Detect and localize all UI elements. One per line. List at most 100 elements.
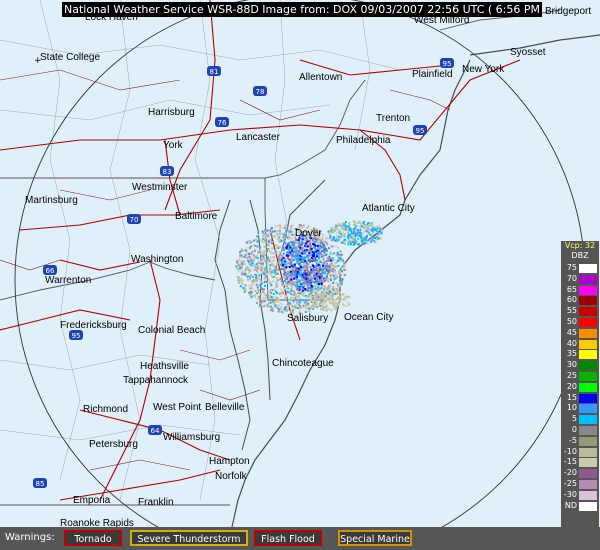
radar-map: Lock Haven State College + Allentown Pla… (0, 0, 600, 550)
radar-echo-pixel (334, 236, 337, 239)
radar-echo-pixel (333, 274, 336, 277)
legend-row: -15 (561, 457, 599, 468)
radar-echo-pixel (259, 280, 262, 283)
radar-echo-pixel (378, 233, 381, 236)
radar-echo-pixel (243, 270, 246, 273)
radar-echo-pixel (248, 271, 251, 274)
radar-echo-pixel (352, 243, 355, 246)
city-label-salisbury: Salisbury (287, 313, 328, 324)
radar-echo-pixel (336, 304, 339, 307)
radar-echo-pixel (255, 263, 258, 266)
radar-echo-pixel (282, 311, 285, 314)
radar-echo-pixel (275, 262, 278, 265)
warning-severe-thunderstorm-button[interactable]: Severe Thunderstorm (130, 530, 248, 546)
radar-echo-pixel (319, 243, 322, 246)
legend-row: 35 (561, 349, 599, 360)
radar-echo-pixel (259, 303, 262, 306)
radar-echo-pixel (285, 263, 288, 266)
radar-echo-pixel (331, 291, 334, 294)
radar-echo-pixel (276, 233, 279, 236)
radar-echo-pixel (322, 285, 325, 288)
highway-shield-i-66: 66 (43, 265, 57, 275)
radar-echo-pixel (261, 230, 264, 233)
radar-echo-pixel (301, 282, 304, 285)
radar-echo-pixel (298, 290, 301, 293)
radar-echo-pixel (241, 255, 244, 258)
legend-row: 65 (561, 285, 599, 296)
radar-echo-pixel (337, 236, 340, 239)
radar-echo-pixel (311, 254, 314, 257)
svg-text:85: 85 (36, 480, 45, 488)
radar-echo-pixel (331, 286, 334, 289)
radar-echo-pixel (241, 282, 244, 285)
radar-echo-pixel (271, 259, 274, 262)
radar-echo-pixel (337, 301, 340, 304)
radar-echo-pixel (263, 270, 266, 273)
radar-echo-pixel (354, 222, 357, 225)
radar-echo-pixel (256, 271, 259, 274)
radar-echo-pixel (304, 245, 307, 248)
legend-row: 30 (561, 360, 599, 371)
radar-echo-pixel (364, 236, 367, 239)
radar-echo-pixel (317, 286, 320, 289)
warning-tornado-button[interactable]: Tornado (64, 530, 122, 546)
radar-echo-pixel (355, 240, 358, 243)
radar-echo-pixel (328, 284, 331, 287)
radar-echo-pixel (256, 291, 259, 294)
radar-echo-pixel (361, 233, 364, 236)
warning-flash-flood-button[interactable]: Flash Flood (254, 530, 322, 546)
radar-echo-pixel (289, 302, 292, 305)
highway-shield-i-95-ny: 95 (440, 58, 454, 68)
radar-echo-pixel (264, 254, 266, 257)
radar-echo-pixel (314, 246, 316, 249)
radar-echo-pixel (332, 268, 335, 271)
city-label-plainfield: Plainfield (412, 69, 453, 80)
radar-echo-pixel (291, 309, 294, 312)
radar-echo-pixel (276, 285, 279, 288)
radar-echo-pixel (306, 289, 309, 292)
radar-echo-pixel (248, 275, 251, 278)
radar-echo-pixel (302, 246, 304, 249)
radar-echo-pixel (266, 271, 269, 273)
radar-echo-pixel (304, 256, 307, 259)
radar-echo-pixel (265, 294, 268, 297)
radar-echo-pixel (289, 246, 292, 249)
radar-echo-pixel (272, 293, 275, 296)
radar-echo-pixel (307, 250, 310, 252)
radar-echo-pixel (262, 251, 265, 254)
radar-echo-pixel (333, 252, 336, 255)
legend-color-swatch (579, 490, 597, 500)
radar-echo-pixel (246, 275, 249, 278)
warning-special-marine-button[interactable]: Special Marine (338, 530, 412, 546)
radar-echo-pixel (327, 230, 330, 233)
highway-shield-i-95-nj: 95 (413, 125, 427, 135)
svg-text:66: 66 (46, 267, 55, 275)
radar-echo-pixel (243, 263, 246, 265)
radar-echo-pixel (251, 276, 254, 278)
radar-echo-pixel (317, 280, 319, 283)
radar-echo-pixel (365, 230, 368, 233)
radar-echo-pixel (266, 229, 269, 232)
warning-tornado-label: Tornado (74, 534, 112, 545)
radar-echo-pixel (323, 288, 325, 291)
city-label-washington: Washington (131, 254, 183, 265)
radar-echo-pixel (286, 243, 289, 246)
radar-echo-pixel (249, 241, 252, 244)
radar-echo-pixel (284, 241, 287, 244)
radar-echo-pixel (247, 246, 250, 249)
legend-row: 25 (561, 371, 599, 382)
radar-echo-pixel (328, 247, 330, 250)
radar-echo-pixel (305, 263, 308, 266)
radar-echo-pixel (281, 259, 284, 262)
city-label-philadelphia: Philadelphia (336, 135, 391, 146)
radar-echo-pixel (254, 293, 257, 296)
radar-echo-pixel (276, 298, 279, 301)
radar-echo-pixel (287, 283, 290, 286)
radar-echo-pixel (287, 271, 290, 274)
radar-echo-pixel (323, 279, 326, 282)
radar-echo-pixel (278, 299, 281, 302)
radar-echo-pixel (276, 296, 279, 299)
radar-echo-pixel (325, 293, 328, 296)
radar-echo-pixel (256, 264, 259, 267)
radar-echo-pixel (329, 290, 331, 293)
